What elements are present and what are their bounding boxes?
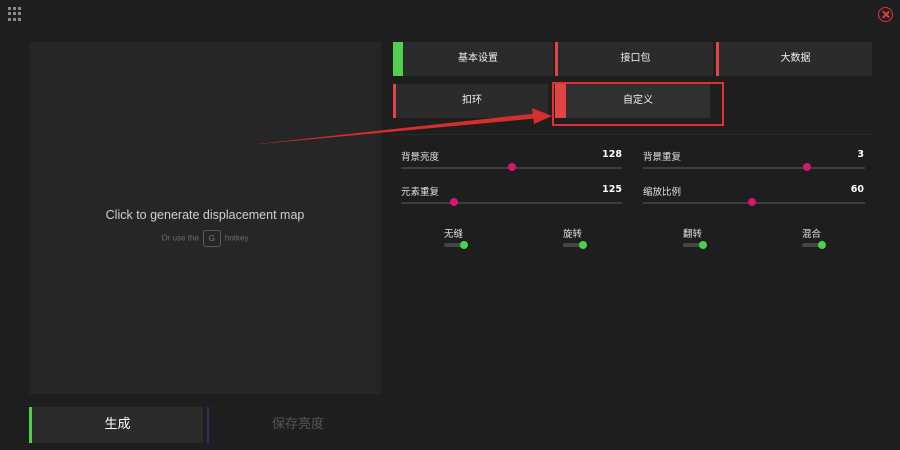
slider-value: 3: [857, 149, 864, 160]
tab-big-data[interactable]: 大数据: [716, 42, 872, 76]
slider-thumb[interactable]: [803, 163, 812, 171]
toggle-thumb[interactable]: [818, 241, 826, 249]
toggle-thumb[interactable]: [460, 241, 468, 249]
generate-button[interactable]: 生成: [29, 407, 203, 443]
preview-message: Click to generate displacement map: [105, 208, 305, 222]
hotkey-hint: Or use the Ghotkey: [29, 230, 381, 247]
slider-track[interactable]: [643, 167, 865, 169]
slider-label: 缩放比例: [643, 187, 682, 198]
save-brightness-button[interactable]: 保存亮度: [207, 407, 387, 443]
slider-thumb[interactable]: [507, 163, 516, 171]
hotkey-suffix: hotkey: [224, 233, 249, 243]
toggle-label: 旋转: [563, 229, 583, 240]
section-divider: [392, 134, 872, 135]
preview-area[interactable]: Click to generate displacement map Or us…: [29, 42, 381, 394]
slider-value: 128: [602, 149, 622, 160]
toggle-thumb[interactable]: [699, 241, 707, 249]
tab-basic-settings[interactable]: 基本设置: [393, 42, 553, 76]
slider-thumb[interactable]: [747, 198, 756, 206]
toggle-thumb[interactable]: [579, 241, 587, 249]
close-icon[interactable]: [878, 7, 893, 22]
toggle-label: 无缝: [444, 229, 464, 240]
slider-track[interactable]: [401, 202, 622, 204]
app-menu-grid-icon[interactable]: [8, 7, 22, 21]
action-bar: 生成 保存亮度: [29, 405, 387, 443]
hotkey-key-badge: G: [202, 230, 221, 247]
tab-interface-pack[interactable]: 接口包: [555, 42, 713, 76]
slider-label: 背景亮度: [401, 152, 440, 163]
highlight-annotation-box: [552, 82, 724, 126]
slider-label: 元素重复: [401, 187, 440, 198]
tab-buckle[interactable]: 扣环: [393, 84, 548, 118]
hotkey-prefix: Or use the: [161, 233, 199, 243]
slider-value: 125: [602, 184, 622, 195]
slider-thumb[interactable]: [450, 198, 459, 206]
toggle-label: 翻转: [683, 229, 703, 240]
panel-divider: [385, 0, 386, 450]
toggle-label: 混合: [802, 229, 822, 240]
slider-value: 60: [850, 184, 864, 195]
slider-label: 背景重复: [643, 152, 682, 163]
